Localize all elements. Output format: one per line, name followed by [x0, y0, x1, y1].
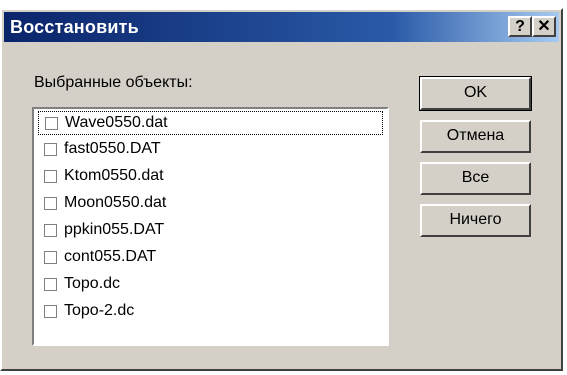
list-item-label: Wave0550.dat	[65, 114, 168, 131]
list-item-label: ppkin055.DAT	[64, 221, 165, 238]
checkbox[interactable]	[44, 170, 57, 183]
checkbox[interactable]	[44, 224, 57, 237]
list-item[interactable]: Moon0550.dat	[38, 192, 383, 216]
restore-dialog: Восстановить ? ✕ Выбранные объекты: Wave…	[0, 8, 563, 371]
checkbox[interactable]	[44, 305, 57, 318]
list-item-label: Topo.dc	[64, 275, 121, 292]
checkbox[interactable]	[44, 197, 57, 210]
cancel-button[interactable]: Отмена	[420, 120, 531, 153]
list-item[interactable]: Ktom0550.dat	[38, 165, 383, 189]
list-item-label: Ktom0550.dat	[64, 167, 164, 184]
checkbox[interactable]	[44, 143, 57, 156]
title-bar[interactable]: Восстановить ? ✕	[4, 12, 559, 42]
checkbox[interactable]	[44, 251, 57, 264]
select-all-button[interactable]: Все	[420, 162, 531, 195]
checkbox[interactable]	[45, 117, 58, 130]
checkbox[interactable]	[44, 278, 57, 291]
list-item[interactable]: Topo-2.dc	[38, 300, 383, 324]
selected-objects-label: Выбранные объекты:	[34, 74, 193, 91]
list-item[interactable]: Topo.dc	[38, 273, 383, 297]
list-item[interactable]: Wave0550.dat	[38, 111, 383, 135]
help-button[interactable]: ?	[508, 16, 532, 37]
list-item-label: Moon0550.dat	[64, 194, 167, 211]
list-item[interactable]: fast0550.DAT	[38, 138, 383, 162]
select-none-button[interactable]: Ничего	[420, 204, 531, 237]
objects-listbox[interactable]: Wave0550.dat fast0550.DAT Ktom0550.dat M…	[32, 107, 389, 346]
dialog-title: Восстановить	[10, 17, 139, 37]
list-item-label: fast0550.DAT	[64, 140, 161, 157]
close-button[interactable]: ✕	[532, 16, 556, 37]
ok-button[interactable]: OK	[419, 76, 532, 111]
list-item-label: Topo-2.dc	[64, 302, 135, 319]
list-item[interactable]: ppkin055.DAT	[38, 219, 383, 243]
list-item[interactable]: cont055.DAT	[38, 246, 383, 270]
list-item-label: cont055.DAT	[64, 248, 157, 265]
